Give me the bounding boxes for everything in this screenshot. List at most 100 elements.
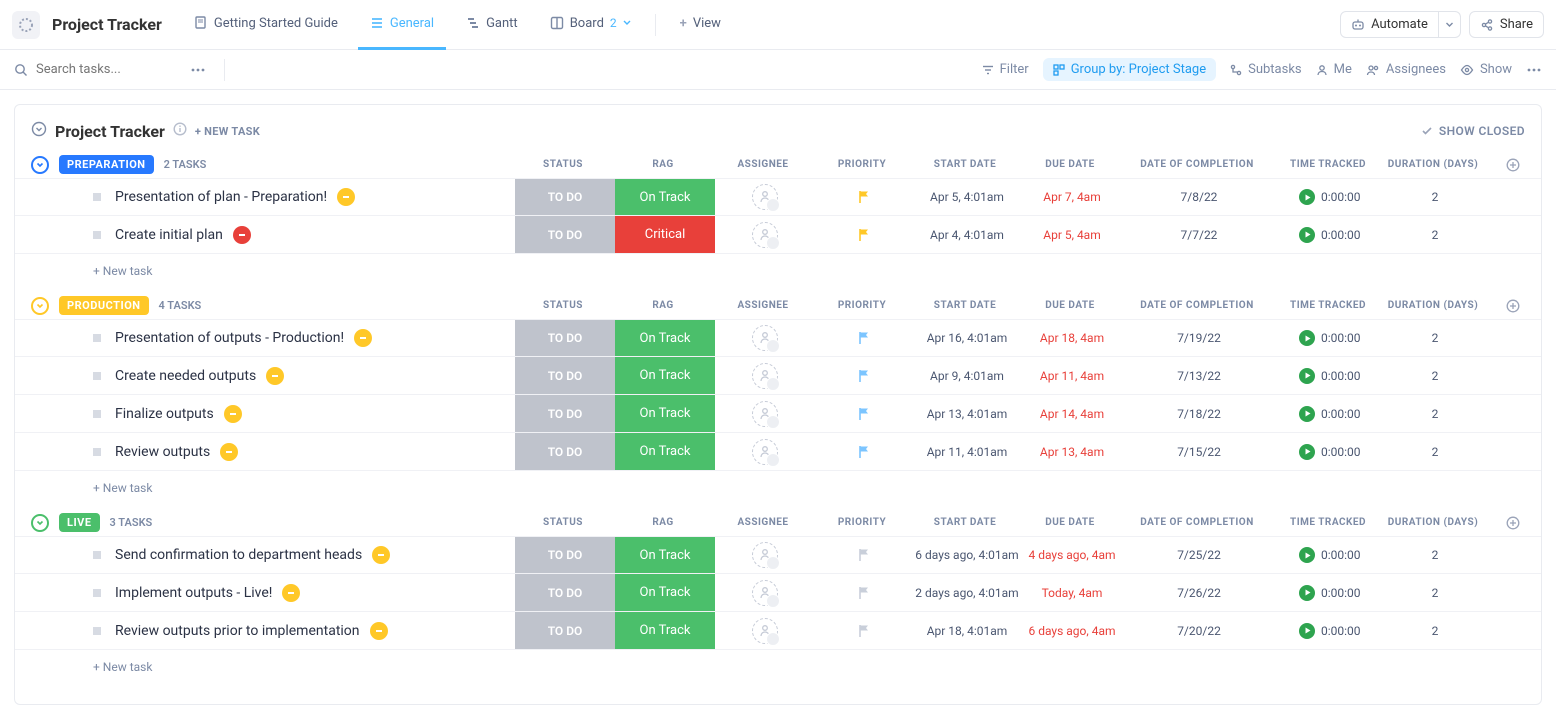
rag-cell[interactable]: On Track	[615, 179, 715, 215]
rag-cell[interactable]: Critical	[615, 216, 715, 253]
assignees-button[interactable]: Assignees	[1366, 62, 1446, 77]
status-cell[interactable]: TO DO	[515, 216, 615, 253]
col-priority[interactable]: PRIORITY	[813, 517, 911, 528]
status-cell[interactable]: TO DO	[515, 433, 615, 470]
start-date-cell[interactable]: Apr 11, 4:01am	[913, 445, 1021, 459]
task-title-cell[interactable]: Implement outputs - Live!	[115, 584, 515, 602]
due-date-cell[interactable]: Apr 14, 4am	[1021, 407, 1123, 421]
priority-cell[interactable]	[815, 445, 913, 459]
table-row[interactable]: Presentation of plan - Preparation! TO D…	[15, 178, 1541, 216]
table-row[interactable]: Review outputs TO DO On Track Apr 11, 4:…	[15, 433, 1541, 471]
completion-cell[interactable]: 7/15/22	[1123, 445, 1275, 459]
table-row[interactable]: Presentation of outputs - Production! TO…	[15, 319, 1541, 357]
assignee-cell[interactable]	[715, 439, 815, 465]
group-stage-pill[interactable]: PRODUCTION	[59, 296, 149, 315]
group-stage-pill[interactable]: LIVE	[59, 513, 100, 532]
priority-cell[interactable]	[815, 228, 913, 242]
more-icon[interactable]	[190, 62, 206, 78]
assignee-cell[interactable]	[715, 580, 815, 606]
priority-cell[interactable]	[815, 190, 913, 204]
col-status[interactable]: STATUS	[513, 300, 613, 311]
task-title-cell[interactable]: Review outputs	[115, 443, 515, 461]
rag-cell[interactable]: On Track	[615, 574, 715, 611]
completion-cell[interactable]: 7/25/22	[1123, 548, 1275, 562]
start-date-cell[interactable]: 2 days ago, 4:01am	[913, 586, 1021, 600]
tab-general[interactable]: General	[358, 0, 446, 50]
col-assignee[interactable]: ASSIGNEE	[713, 159, 813, 170]
priority-cell[interactable]	[815, 369, 913, 383]
completion-cell[interactable]: 7/26/22	[1123, 586, 1275, 600]
automate-button[interactable]: Automate	[1340, 11, 1439, 38]
col-start-date[interactable]: START DATE	[911, 517, 1019, 528]
table-row[interactable]: Create initial plan TO DO Critical Apr 4…	[15, 216, 1541, 254]
task-title-cell[interactable]: Finalize outputs	[115, 405, 515, 423]
priority-cell[interactable]	[815, 548, 913, 562]
col-status[interactable]: STATUS	[513, 159, 613, 170]
table-row[interactable]: Send confirmation to department heads TO…	[15, 536, 1541, 574]
priority-cell[interactable]	[815, 586, 913, 600]
filter-button[interactable]: Filter	[982, 62, 1029, 77]
rag-cell[interactable]: On Track	[615, 320, 715, 356]
status-cell[interactable]: TO DO	[515, 179, 615, 215]
col-due-date[interactable]: DUE DATE	[1019, 159, 1121, 170]
col-completion[interactable]: DATE OF COMPLETION	[1121, 300, 1273, 311]
col-rag[interactable]: RAG	[613, 517, 713, 528]
duration-cell[interactable]: 2	[1385, 445, 1485, 459]
assignee-cell[interactable]	[715, 325, 815, 351]
share-button[interactable]: Share	[1469, 11, 1544, 38]
duration-cell[interactable]: 2	[1385, 586, 1485, 600]
assignee-cell[interactable]	[715, 618, 815, 644]
add-column-button[interactable]	[1501, 516, 1525, 530]
due-date-cell[interactable]: 6 days ago, 4am	[1021, 624, 1123, 638]
time-tracked-cell[interactable]: 0:00:00	[1275, 406, 1385, 422]
task-title-cell[interactable]: Create needed outputs	[115, 367, 515, 385]
col-time-tracked[interactable]: TIME TRACKED	[1273, 517, 1383, 528]
duration-cell[interactable]: 2	[1385, 369, 1485, 383]
col-start-date[interactable]: START DATE	[911, 159, 1019, 170]
assignee-cell[interactable]	[715, 363, 815, 389]
tab-gantt[interactable]: Gantt	[454, 0, 530, 50]
duration-cell[interactable]: 2	[1385, 228, 1485, 242]
status-cell[interactable]: TO DO	[515, 320, 615, 356]
rag-cell[interactable]: On Track	[615, 433, 715, 470]
time-tracked-cell[interactable]: 0:00:00	[1275, 330, 1385, 346]
col-priority[interactable]: PRIORITY	[813, 159, 911, 170]
duration-cell[interactable]: 2	[1385, 407, 1485, 421]
collapse-icon[interactable]	[31, 121, 47, 141]
completion-cell[interactable]: 7/13/22	[1123, 369, 1275, 383]
rag-cell[interactable]: On Track	[615, 357, 715, 394]
group-collapse-icon[interactable]	[31, 297, 49, 315]
status-cell[interactable]: TO DO	[515, 612, 615, 649]
completion-cell[interactable]: 7/19/22	[1123, 331, 1275, 345]
status-cell[interactable]: TO DO	[515, 395, 615, 432]
start-date-cell[interactable]: Apr 13, 4:01am	[913, 407, 1021, 421]
priority-cell[interactable]	[815, 407, 913, 421]
assignee-cell[interactable]	[715, 222, 815, 248]
group-collapse-icon[interactable]	[31, 156, 49, 174]
add-column-button[interactable]	[1501, 158, 1525, 172]
table-row[interactable]: Finalize outputs TO DO On Track Apr 13, …	[15, 395, 1541, 433]
tab-getting-started[interactable]: Getting Started Guide	[182, 0, 350, 50]
show-closed-button[interactable]: SHOW CLOSED	[1421, 124, 1525, 138]
task-title-cell[interactable]: Review outputs prior to implementation	[115, 622, 515, 640]
group-stage-pill[interactable]: PREPARATION	[59, 155, 154, 174]
assignee-cell[interactable]	[715, 542, 815, 568]
table-row[interactable]: Implement outputs - Live! TO DO On Track…	[15, 574, 1541, 612]
time-tracked-cell[interactable]: 0:00:00	[1275, 227, 1385, 243]
info-icon[interactable]	[173, 122, 187, 140]
search-input[interactable]	[36, 62, 176, 77]
time-tracked-cell[interactable]: 0:00:00	[1275, 585, 1385, 601]
rag-cell[interactable]: On Track	[615, 612, 715, 649]
task-title-cell[interactable]: Presentation of outputs - Production!	[115, 329, 515, 347]
col-due-date[interactable]: DUE DATE	[1019, 517, 1121, 528]
col-rag[interactable]: RAG	[613, 159, 713, 170]
col-duration[interactable]: DURATION (DAYS)	[1383, 517, 1483, 528]
col-assignee[interactable]: ASSIGNEE	[713, 300, 813, 311]
completion-cell[interactable]: 7/18/22	[1123, 407, 1275, 421]
priority-cell[interactable]	[815, 624, 913, 638]
duration-cell[interactable]: 2	[1385, 548, 1485, 562]
status-cell[interactable]: TO DO	[515, 357, 615, 394]
task-title-cell[interactable]: Presentation of plan - Preparation!	[115, 188, 515, 206]
start-date-cell[interactable]: Apr 4, 4:01am	[913, 228, 1021, 242]
new-task-row-button[interactable]: + New task	[15, 471, 1541, 499]
